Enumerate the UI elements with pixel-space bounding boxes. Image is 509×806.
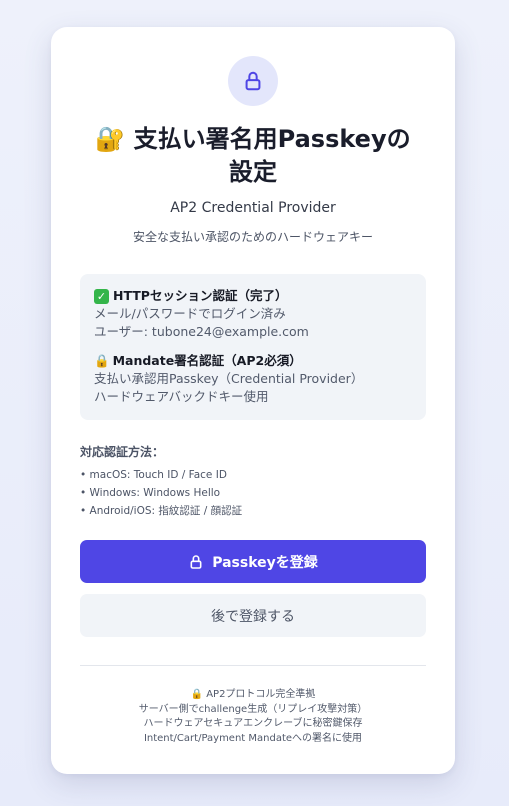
passkey-setup-card: 🔐 支払い署名用Passkeyの 設定 AP2 Credential Provi… (51, 27, 455, 774)
check-mark-icon: ✓ (94, 288, 109, 304)
footer-line4: Intent/Cart/Payment Mandateへの署名に使用 (143, 732, 363, 744)
register-passkey-button[interactable]: Passkeyを登録 (80, 540, 426, 583)
title-line2: 設定 (229, 158, 277, 186)
description: 安全な支払い承認のためのハードウェアキー (132, 230, 373, 244)
mandate-title: Mandate署名認証（AP2必須） (112, 353, 302, 368)
lock-icon-circle (228, 56, 278, 106)
subtitle: AP2 Credential Provider (170, 200, 336, 216)
divider (80, 665, 426, 666)
mandate-line2: ハードウェアバックドキー使用 (94, 389, 269, 404)
register-button-label: Passkeyを登録 (212, 554, 318, 571)
list-item: • Windows: Windows Hello (80, 487, 221, 499)
mandate-line1: 支払い承認用Passkey（Credential Provider） (94, 371, 364, 386)
register-later-button[interactable]: 後で登録する (80, 594, 426, 637)
http-session-line2: ユーザー: tubone24@example.com (94, 324, 309, 339)
page-title: 🔐 支払い署名用Passkeyの 設定 (71, 123, 435, 189)
http-session-title: HTTPセッション認証（完了） (113, 288, 288, 303)
http-session-section: ✓ HTTPセッション認証（完了） メール/パスワードでログイン済み ユーザー:… (94, 287, 418, 341)
title-line1: 支払い署名用Passkeyの (133, 125, 411, 153)
lock-icon: 🔒 (94, 353, 110, 368)
list-item: • Android/iOS: 指紋認証 / 顔認証 (80, 505, 243, 517)
mandate-section: 🔒 Mandate署名認証（AP2必須） 支払い承認用Passkey（Crede… (94, 352, 418, 406)
footer-line1: 🔒 AP2プロトコル完全準拠 (190, 689, 316, 700)
methods-list: • macOS: Touch ID / Face ID • Windows: W… (80, 466, 242, 520)
lock-icon (245, 71, 261, 91)
http-session-line1: メール/パスワードでログイン済み (94, 306, 286, 321)
methods-title: 対応認証方法： (80, 445, 165, 459)
auth-info-box: ✓ HTTPセッション認証（完了） メール/パスワードでログイン済み ユーザー:… (80, 274, 426, 420)
footer-line2: サーバー側でchallenge生成（リプレイ攻撃対策） (138, 703, 368, 715)
footer-notes: 🔒 AP2プロトコル完全準拠 サーバー側でchallenge生成（リプレイ攻撃対… (51, 688, 455, 746)
list-item: • macOS: Touch ID / Face ID (80, 469, 227, 481)
lock-icon (188, 554, 204, 570)
footer-lock-icon: 🔒 (190, 689, 204, 700)
footer-line3: ハードウェアセキュアエンクレーブに秘密鍵保存 (143, 718, 363, 729)
title-lock-key-icon: 🔐 (95, 125, 126, 153)
